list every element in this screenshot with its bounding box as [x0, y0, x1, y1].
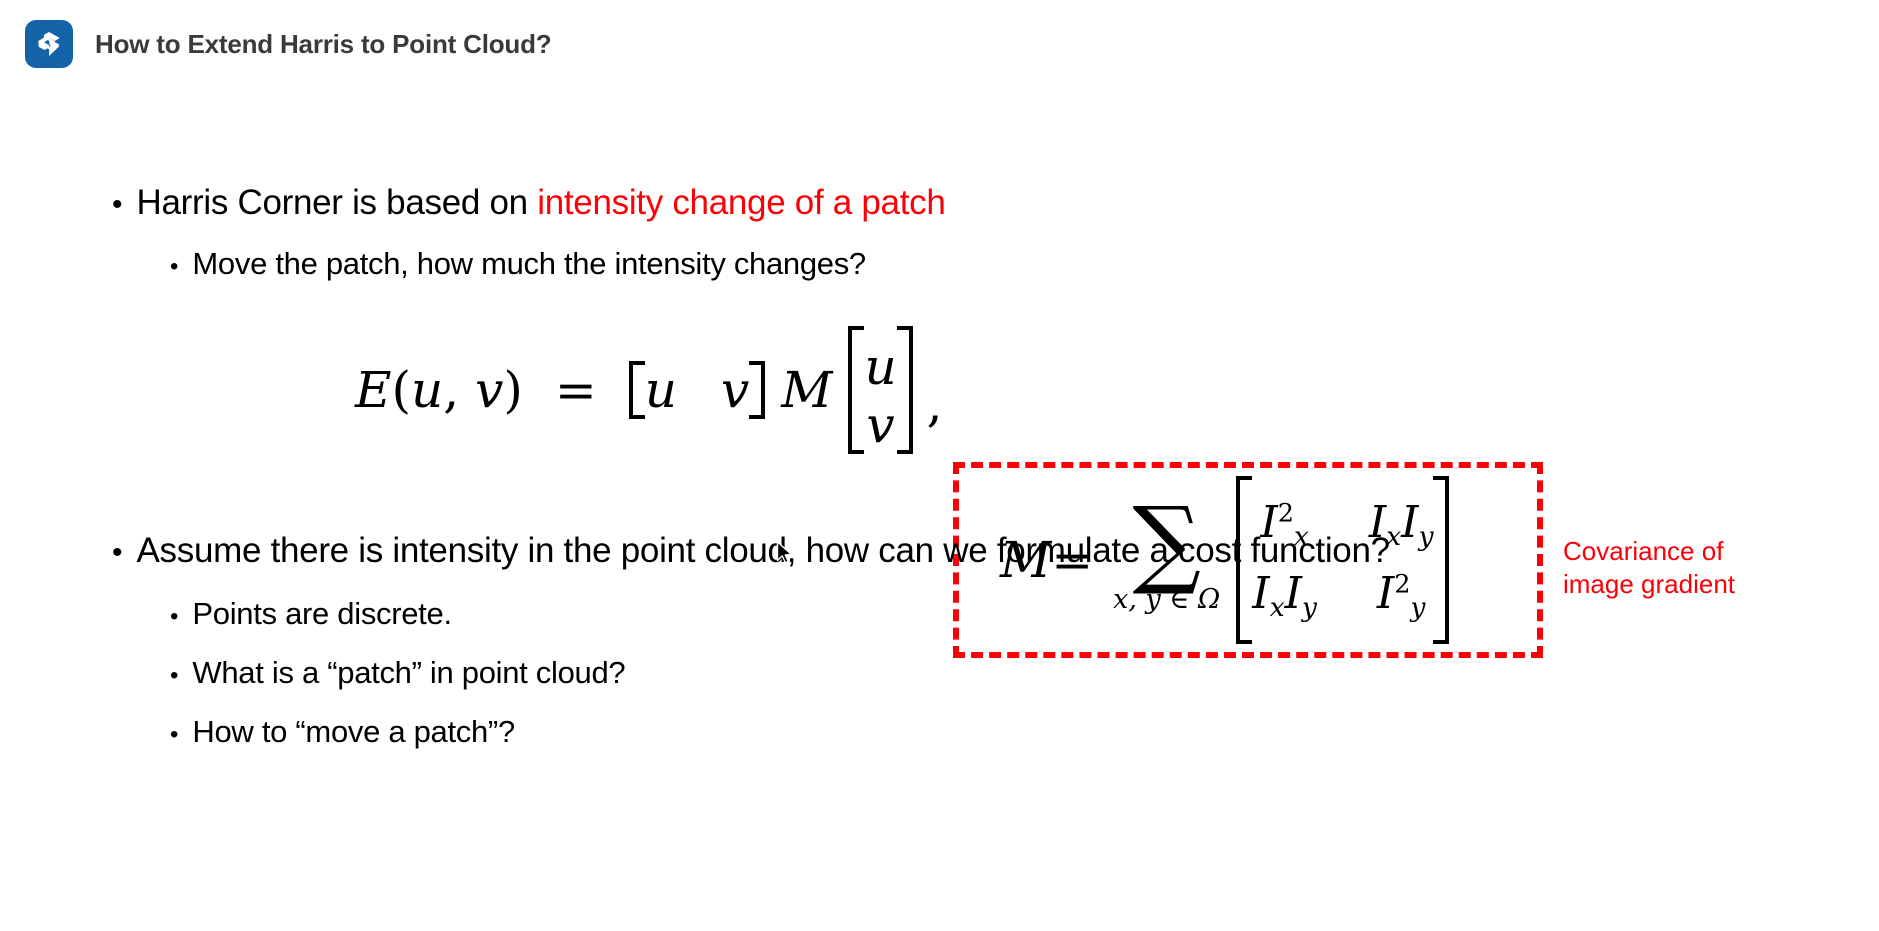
bullet-marker: • — [170, 662, 179, 689]
math-paren-close: ) — [503, 361, 523, 419]
slidebook-logo-icon — [38, 32, 60, 56]
bullet-assume-intensity: • Assume there is intensity in the point… — [112, 531, 1390, 571]
bullet-points-are-discrete: • Points are discrete. — [170, 596, 452, 632]
math-symbol-u: u — [411, 361, 444, 419]
row-vector-uv: u v — [628, 361, 766, 419]
math-symbol-E: E — [355, 361, 392, 419]
bullet-marker: • — [170, 721, 179, 748]
bullet-how-to-move-a-patch: • How to “move a patch”? — [170, 714, 515, 750]
column-vector-cell-u: u — [864, 338, 897, 396]
bullet-what-is-a-patch: • What is a “patch” in point cloud? — [170, 655, 626, 691]
bullet-move-the-patch: • Move the patch, how much the intensity… — [170, 246, 866, 282]
row-vector-cell-u: u — [644, 361, 677, 419]
annotation-line-2: image gradient — [1563, 569, 1735, 600]
math-symbol-M-left: M — [781, 361, 833, 419]
slide-title-bar: How to Extend Harris to Point Cloud? — [0, 0, 1879, 88]
bullet-text: Harris Corner is based on intensity chan… — [137, 183, 946, 223]
annotation-line-1: Covariance of — [1563, 536, 1724, 566]
math-symbol-v: v — [475, 361, 504, 419]
bullet-marker: • — [170, 603, 179, 630]
bullet-harris-corner: • Harris Corner is based on intensity ch… — [112, 183, 946, 223]
summation-subscript: x, y ∈ Ω — [1113, 583, 1221, 615]
bullet-text: Points are discrete. — [192, 596, 452, 631]
app-logo[interactable] — [25, 20, 73, 68]
math-trailing-comma: , — [926, 375, 943, 433]
bullet-text: What is a “patch” in point cloud? — [192, 655, 626, 690]
bullet-text-accent: intensity change of a patch — [537, 183, 946, 222]
column-vector-uv: u v — [848, 326, 913, 454]
annotation-covariance-of-image-gradient: Covariance of image gradient — [1563, 535, 1735, 602]
bullet-text-plain: Harris Corner is based on — [136, 183, 538, 222]
bullet-text: Move the patch, how much the intensity c… — [192, 246, 866, 281]
bullet-marker: • — [112, 536, 123, 569]
bullet-marker: • — [170, 253, 179, 280]
matrix-cell-1-1: I2y — [1376, 568, 1426, 623]
formula-area: E(u, v) = u v M u v , M = ∑ x, y ∈ Ω I2x… — [0, 298, 1879, 658]
equation-energy: E(u, v) = u v M u v , — [355, 326, 951, 454]
math-paren-open: ( — [391, 361, 412, 419]
bullet-text: How to “move a patch”? — [192, 714, 515, 749]
column-vector-cell-v: v — [866, 396, 895, 454]
bullet-marker: • — [112, 188, 123, 221]
slide-content: • Harris Corner is based on intensity ch… — [0, 88, 1879, 931]
page-title: How to Extend Harris to Point Cloud? — [95, 28, 552, 59]
math-comma: , — [443, 361, 460, 419]
math-equals: = — [554, 361, 597, 419]
bullet-text: Assume there is intensity in the point c… — [136, 531, 1391, 570]
row-vector-cell-v: v — [721, 361, 750, 419]
matrix-cell-1-0: IxIy — [1252, 568, 1317, 623]
